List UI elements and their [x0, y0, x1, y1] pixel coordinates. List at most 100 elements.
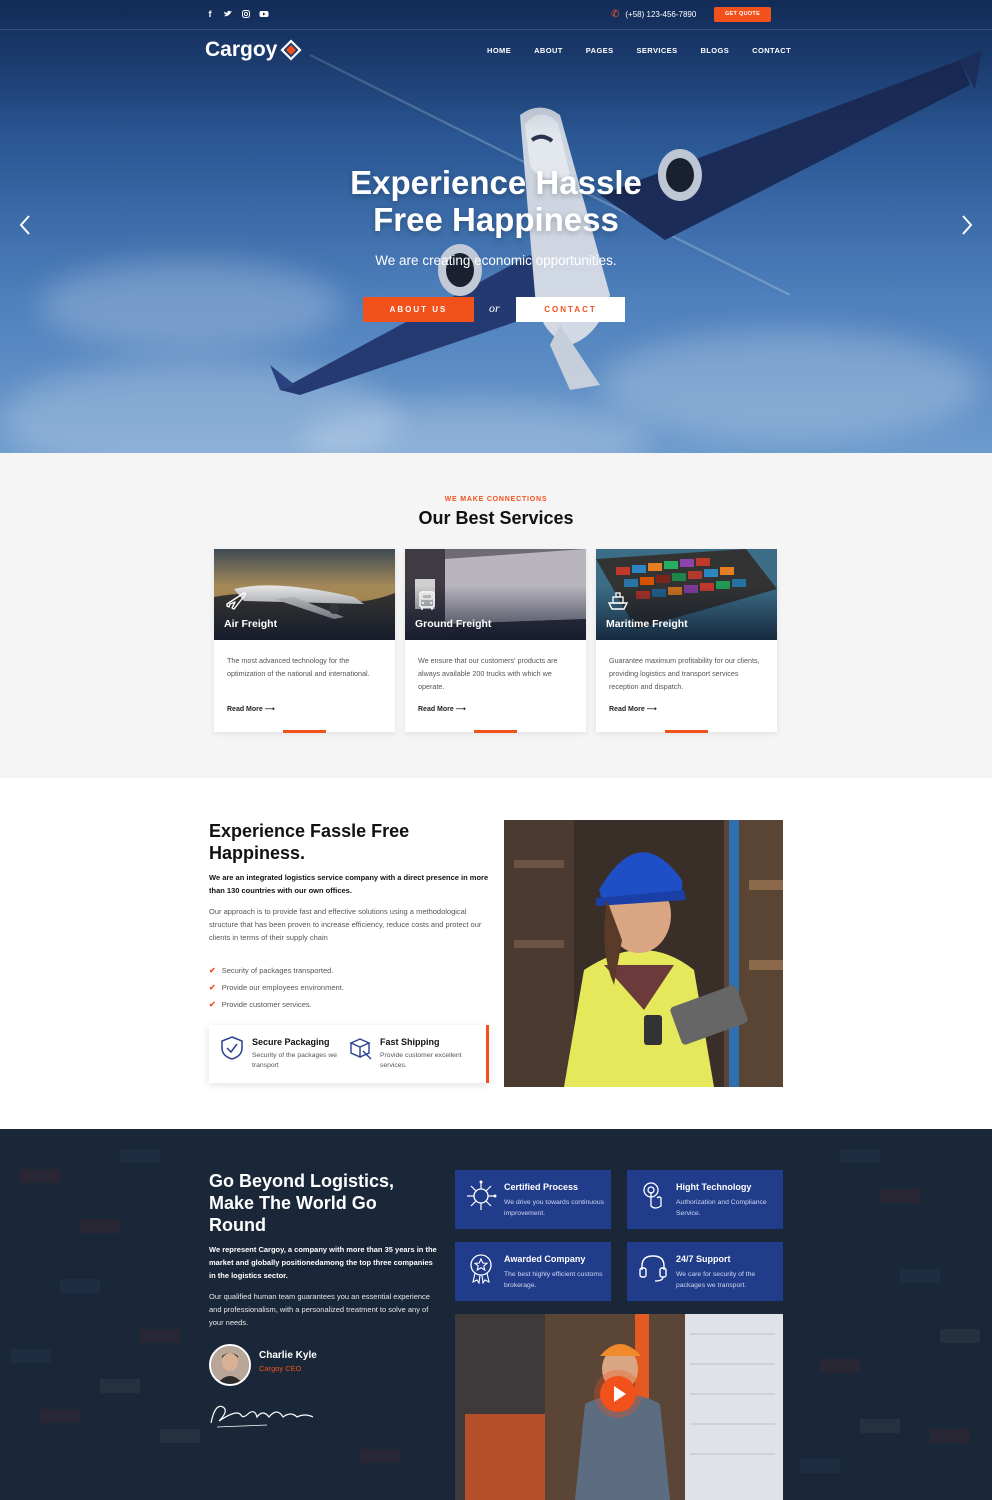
logo-mark-icon	[280, 39, 302, 61]
check-icon: ✔	[209, 1000, 216, 1009]
instagram-icon[interactable]	[241, 9, 251, 19]
ship-icon	[607, 592, 629, 610]
social-links: f	[205, 9, 269, 19]
tile-text: The best highly efficient customs broker…	[504, 1271, 603, 1289]
nav-services[interactable]: SERVICES	[636, 46, 677, 55]
services-section: WE MAKE CONNECTIONS Our Best Services Ai…	[0, 453, 992, 778]
card-accent-bar	[474, 730, 517, 733]
avatar	[209, 1344, 251, 1386]
service-card[interactable]: Maritime Freight Guarantee maximum profi…	[596, 549, 777, 733]
feature-text: Provide customer excellent services.	[380, 1052, 462, 1069]
list-item: ✔ Provide customer services.	[209, 996, 344, 1013]
read-more-label: Read More	[609, 706, 645, 713]
logo-text: Cargoy	[205, 38, 278, 61]
headset-icon	[639, 1255, 667, 1282]
site-logo[interactable]: Cargoy	[205, 38, 302, 62]
feature-text: Security of the packages we transport	[252, 1052, 338, 1069]
tile-title: Hight Technology	[676, 1182, 752, 1192]
tile-title: Awarded Company	[504, 1254, 586, 1264]
about-title: Experience Fassle Free Happiness.	[209, 821, 410, 863]
read-more-link[interactable]: Read More ⟶	[418, 705, 466, 713]
arrow-right-icon: ⟶	[455, 706, 466, 713]
service-card[interactable]: Air Freight The most advanced technology…	[214, 549, 395, 733]
package-icon	[349, 1038, 372, 1060]
feature-title: Secure Packaging	[252, 1037, 330, 1047]
ceo-role: Cargoy CEO	[259, 1364, 302, 1373]
list-item: ✔ Security of packages transported.	[209, 962, 344, 979]
arrow-right-icon: ⟶	[646, 706, 657, 713]
nav-pages[interactable]: PAGES	[586, 46, 614, 55]
feature-tile: Certified Process We drive you towards c…	[455, 1170, 611, 1229]
youtube-icon[interactable]	[259, 9, 269, 19]
nav-blogs[interactable]: BLOGS	[700, 46, 729, 55]
about-lead: We are an integrated logistics service c…	[209, 873, 489, 895]
hero-title-line: Experience Hassle	[350, 164, 642, 201]
service-card[interactable]: Ground Freight We ensure that our custom…	[405, 549, 586, 733]
section-title: Our Best Services	[418, 508, 574, 528]
feature-title: Fast Shipping	[380, 1037, 440, 1047]
hero-subtitle: We are creating economic opportunities.	[375, 253, 617, 268]
section-eyebrow: WE MAKE CONNECTIONS	[444, 496, 548, 503]
tile-text: We drive you towards continuous improvem…	[504, 1199, 604, 1217]
ceo-name: Charlie Kyle	[259, 1350, 317, 1361]
top-bar: f ✆ (+58) 123-456-7890 GET QUOTE	[0, 0, 992, 30]
nav-home[interactable]: HOME	[487, 46, 511, 55]
read-more-link[interactable]: Read More ⟶	[609, 705, 657, 713]
feature-tile: Awarded Company The best highly efficien…	[455, 1242, 611, 1301]
tile-title: 24/7 Support	[676, 1254, 731, 1264]
hero-title: Experience Hassle Free Happiness	[246, 164, 746, 238]
shield-icon	[221, 1036, 243, 1060]
card-text: Guarantee maximum profitability for our …	[609, 656, 760, 691]
main-nav: HOME ABOUT PAGES SERVICES BLOGS CONTACT	[487, 46, 814, 55]
logistics-section: Go Beyond Logistics, Make The World Go R…	[0, 1129, 992, 1500]
phone-contact[interactable]: ✆ (+58) 123-456-7890	[611, 9, 696, 20]
list-item-label: Provide customer services.	[221, 1000, 312, 1009]
signature-image	[210, 1405, 314, 1428]
list-item-label: Provide our employees environment.	[221, 983, 344, 992]
warehouse-worker-image	[504, 820, 783, 1087]
list-item-label: Security of packages transported.	[221, 966, 334, 975]
check-icon: ✔	[209, 983, 216, 992]
logistics-text: Our qualified human team guarantees you …	[209, 1292, 430, 1327]
feature-tile: 24/7 Support We care for security of the…	[627, 1242, 783, 1301]
nav-about[interactable]: ABOUT	[534, 46, 563, 55]
truck-icon	[419, 591, 435, 610]
contact-button[interactable]: CONTACT	[516, 297, 625, 322]
touch-technology-icon	[643, 1182, 662, 1209]
get-quote-button[interactable]: GET QUOTE	[714, 7, 771, 22]
card-accent-bar	[665, 730, 708, 733]
slider-prev-icon[interactable]	[18, 214, 32, 242]
or-separator: or	[489, 301, 500, 315]
logistics-title: Go Beyond Logistics, Make The World Go R…	[209, 1171, 395, 1235]
nav-contact[interactable]: CONTACT	[752, 46, 791, 55]
tile-title: Certified Process	[504, 1182, 579, 1192]
about-section: Experience Fassle Free Happiness. We are…	[0, 778, 992, 1129]
arrow-right-icon: ⟶	[264, 706, 275, 713]
feature-box: Secure Packaging Security of the package…	[209, 1025, 489, 1083]
hero-title-line: Free Happiness	[373, 201, 619, 238]
twitter-icon[interactable]	[223, 9, 233, 19]
hero-section: f ✆ (+58) 123-456-7890 GET QUOTE Cargoy …	[0, 0, 992, 453]
card-title: Ground Freight	[415, 618, 492, 630]
slider-next-icon[interactable]	[960, 214, 974, 242]
card-title: Maritime Freight	[606, 618, 688, 630]
facebook-icon[interactable]: f	[205, 9, 215, 19]
phone-icon: ✆	[611, 9, 620, 20]
tile-text: We care for security of the packages we …	[676, 1271, 756, 1289]
airplane-icon	[226, 592, 247, 610]
logistics-lead: We represent Cargoy, a company with more…	[209, 1245, 437, 1280]
feature-tile: Hight Technology Authorization and Compl…	[627, 1170, 783, 1229]
read-more-link[interactable]: Read More ⟶	[227, 705, 275, 713]
tile-text: Authorization and Compliance Service.	[676, 1199, 767, 1217]
read-more-label: Read More	[227, 706, 263, 713]
card-title: Air Freight	[224, 618, 278, 630]
about-checklist: ✔ Security of packages transported. ✔ Prov…	[209, 962, 344, 1013]
list-item: ✔ Provide our employees environment.	[209, 979, 344, 996]
read-more-label: Read More	[418, 706, 454, 713]
circuit-icon	[467, 1180, 497, 1210]
phone-number: (+58) 123-456-7890	[625, 10, 697, 19]
award-icon	[470, 1254, 492, 1284]
play-icon[interactable]	[600, 1376, 636, 1412]
video-thumbnail[interactable]	[455, 1314, 783, 1500]
about-us-button[interactable]: ABOUT US	[363, 297, 474, 322]
